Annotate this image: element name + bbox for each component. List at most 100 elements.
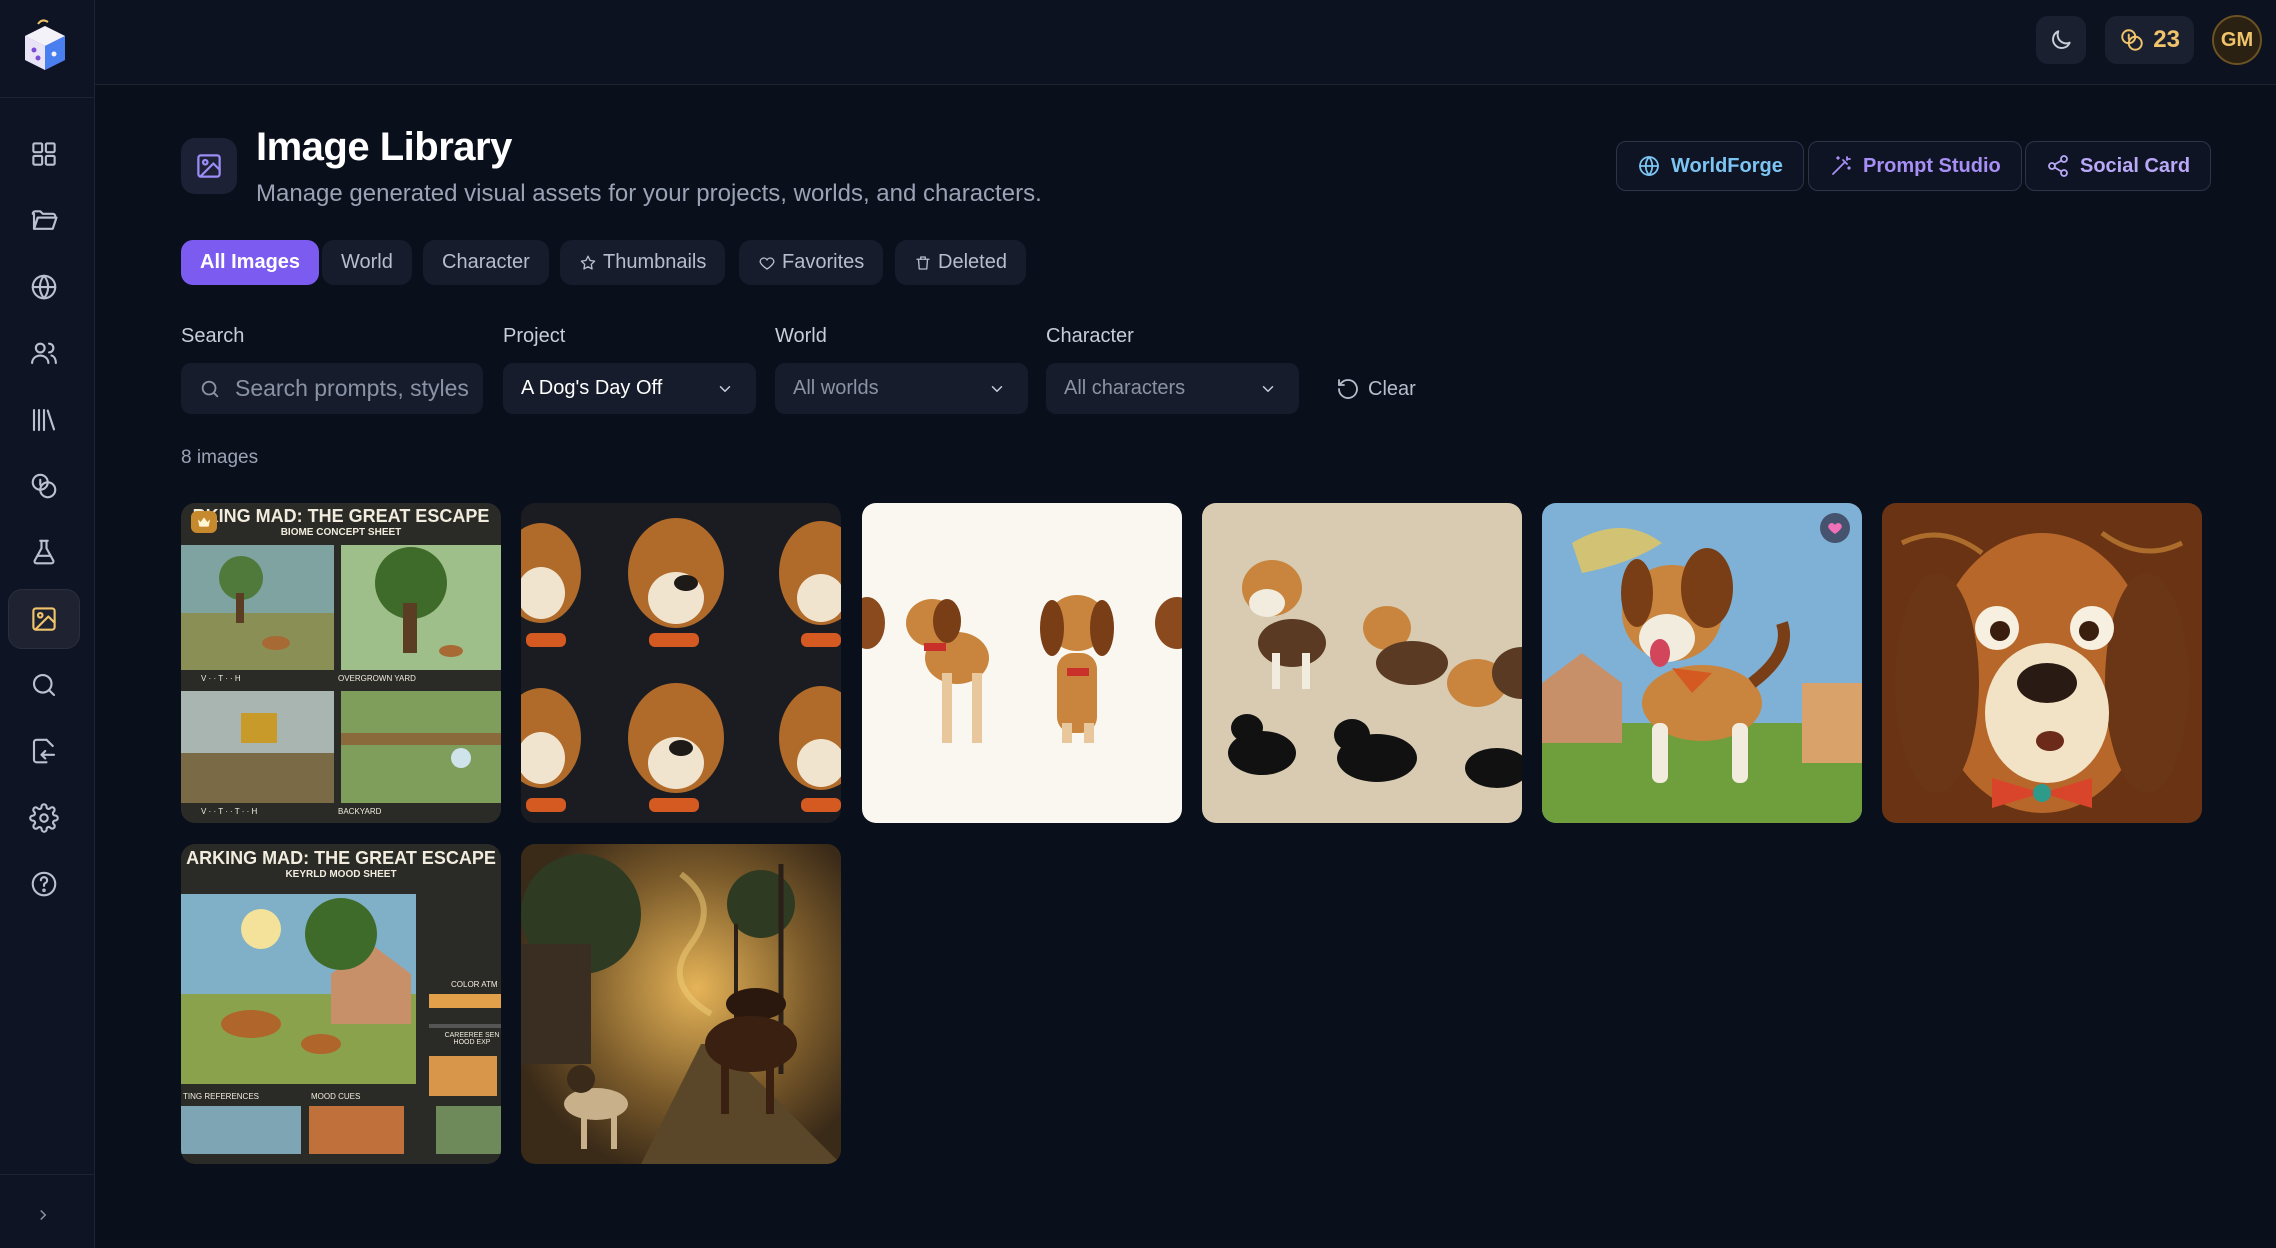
star-icon: [580, 255, 596, 270]
nav-image-library[interactable]: [8, 589, 80, 649]
image-card[interactable]: RKING MAD: THE GREAT ESCAPE BIOME CONCEP…: [181, 503, 501, 823]
crown-icon: [198, 517, 210, 527]
sidebar-expand-button[interactable]: [28, 1200, 58, 1230]
chevron-down-icon: [991, 386, 1003, 392]
character-select[interactable]: All characters: [1046, 363, 1299, 414]
image-card[interactable]: [521, 844, 841, 1164]
users-icon: [31, 342, 57, 365]
tab-label: Deleted: [938, 251, 1007, 273]
tab-character[interactable]: Character: [423, 240, 549, 285]
nav-search[interactable]: [8, 655, 80, 715]
nav-worlds[interactable]: [8, 257, 80, 317]
nav-credits[interactable]: [8, 456, 80, 516]
image-card[interactable]: [862, 503, 1182, 823]
search-field: [181, 363, 483, 414]
project-select[interactable]: A Dog's Day Off: [503, 363, 756, 414]
tab-all-images[interactable]: All Images: [181, 240, 320, 285]
running-beagle-image: [1542, 503, 1862, 823]
clear-filters-button[interactable]: Clear: [1336, 370, 1416, 408]
reset-icon: [1338, 379, 1358, 399]
project-select-value: A Dog's Day Off: [521, 377, 663, 399]
globe-icon: [1639, 156, 1659, 176]
image-card[interactable]: [1542, 503, 1862, 823]
thumbnail-badge: [191, 511, 217, 533]
tab-label: Favorites: [782, 251, 865, 273]
page-title: Image Library: [256, 125, 512, 169]
social-card-label: Social Card: [2080, 154, 2191, 177]
tab-deleted[interactable]: Deleted: [895, 240, 1026, 285]
image-count: 8 images: [181, 447, 259, 468]
image-card[interactable]: [521, 503, 841, 823]
help-icon: [31, 871, 57, 897]
nav-lab[interactable]: [8, 522, 80, 582]
image-icon: [32, 607, 56, 631]
social-card-button[interactable]: Social Card: [2025, 141, 2212, 191]
nav-characters[interactable]: [8, 323, 80, 383]
app-logo[interactable]: [20, 18, 70, 74]
globe-icon: [31, 274, 57, 300]
tab-thumbnails[interactable]: Thumbnails: [560, 240, 726, 285]
world-label: World: [775, 325, 827, 347]
user-avatar[interactable]: GM: [2212, 15, 2262, 65]
favorite-badge[interactable]: [1820, 513, 1850, 543]
image-card[interactable]: [1202, 503, 1522, 823]
credits-badge[interactable]: 23: [2105, 16, 2194, 64]
trash-icon: [916, 255, 930, 270]
clear-label: Clear: [1368, 377, 1416, 400]
sunset-street-image: [521, 844, 841, 1164]
chevron-down-icon: [719, 386, 731, 392]
sidebar-divider-bottom: [0, 1174, 95, 1175]
nav-projects[interactable]: [8, 190, 80, 250]
panel-label: OVERGROWN YARD: [338, 674, 416, 683]
project-label: Project: [503, 325, 566, 347]
tab-favorites[interactable]: Favorites: [739, 240, 884, 285]
search-icon: [32, 673, 56, 697]
panel-label: CAREEREE SEN HOOD EXP: [444, 1032, 500, 1046]
panel-label: V · · T · · H: [201, 674, 241, 683]
image-card[interactable]: ARKING MAD: THE GREAT ESCAPE KEYRLD MOOD…: [181, 844, 501, 1164]
tab-world[interactable]: World: [322, 240, 412, 285]
folder-icon: [31, 210, 58, 230]
nav-library[interactable]: [8, 390, 80, 450]
heart-icon: [1828, 523, 1842, 534]
image-card[interactable]: [1882, 503, 2202, 823]
nav-dashboard[interactable]: [8, 124, 80, 184]
image-caption-title: RKING MAD: THE GREAT ESCAPE: [192, 506, 490, 526]
world-select[interactable]: All worlds: [775, 363, 1028, 414]
search-label: Search: [181, 325, 245, 347]
library-icon: [32, 408, 56, 432]
dog-turnaround-image: [862, 503, 1182, 823]
panel-label: V · · T · · T · · H: [201, 807, 258, 816]
character-label: Character: [1046, 325, 1134, 347]
search-input[interactable]: [235, 375, 470, 402]
tab-label: World: [341, 251, 393, 273]
dashboard-icon: [32, 142, 56, 166]
search-icon: [201, 380, 219, 397]
top-bar: 23 GM: [95, 0, 2276, 85]
worldforge-label: WorldForge: [1671, 154, 1783, 177]
page-icon: [181, 138, 237, 194]
flask-icon: [33, 539, 55, 565]
sidebar: [0, 0, 95, 1248]
worldforge-button[interactable]: WorldForge: [1616, 141, 1804, 191]
world-select-value: All worlds: [793, 377, 879, 399]
sidebar-divider: [0, 97, 95, 98]
image-caption-subtitle: BIOME CONCEPT SHEET: [280, 527, 402, 538]
shocked-beagle-portrait-image: [1882, 503, 2202, 823]
image-icon: [197, 154, 221, 178]
chevron-down-icon: [1262, 386, 1274, 392]
coins-icon: [31, 473, 57, 499]
theme-toggle-button[interactable]: [2036, 16, 2086, 64]
nav-help[interactable]: [8, 854, 80, 914]
nav-settings[interactable]: [8, 788, 80, 848]
nav-export[interactable]: [8, 721, 80, 781]
credits-count: 23: [2153, 26, 2180, 53]
chevron-right-icon: [40, 1209, 47, 1221]
tab-label: Thumbnails: [603, 251, 707, 273]
prompt-studio-button[interactable]: Prompt Studio: [1808, 141, 2022, 191]
panel-label: MOOD CUES: [311, 1092, 361, 1101]
image-caption-subtitle: KEYRLD MOOD SHEET: [285, 869, 397, 880]
character-select-value: All characters: [1064, 377, 1186, 399]
tab-label: All Images: [200, 251, 301, 273]
prompt-studio-label: Prompt Studio: [1863, 154, 2001, 177]
